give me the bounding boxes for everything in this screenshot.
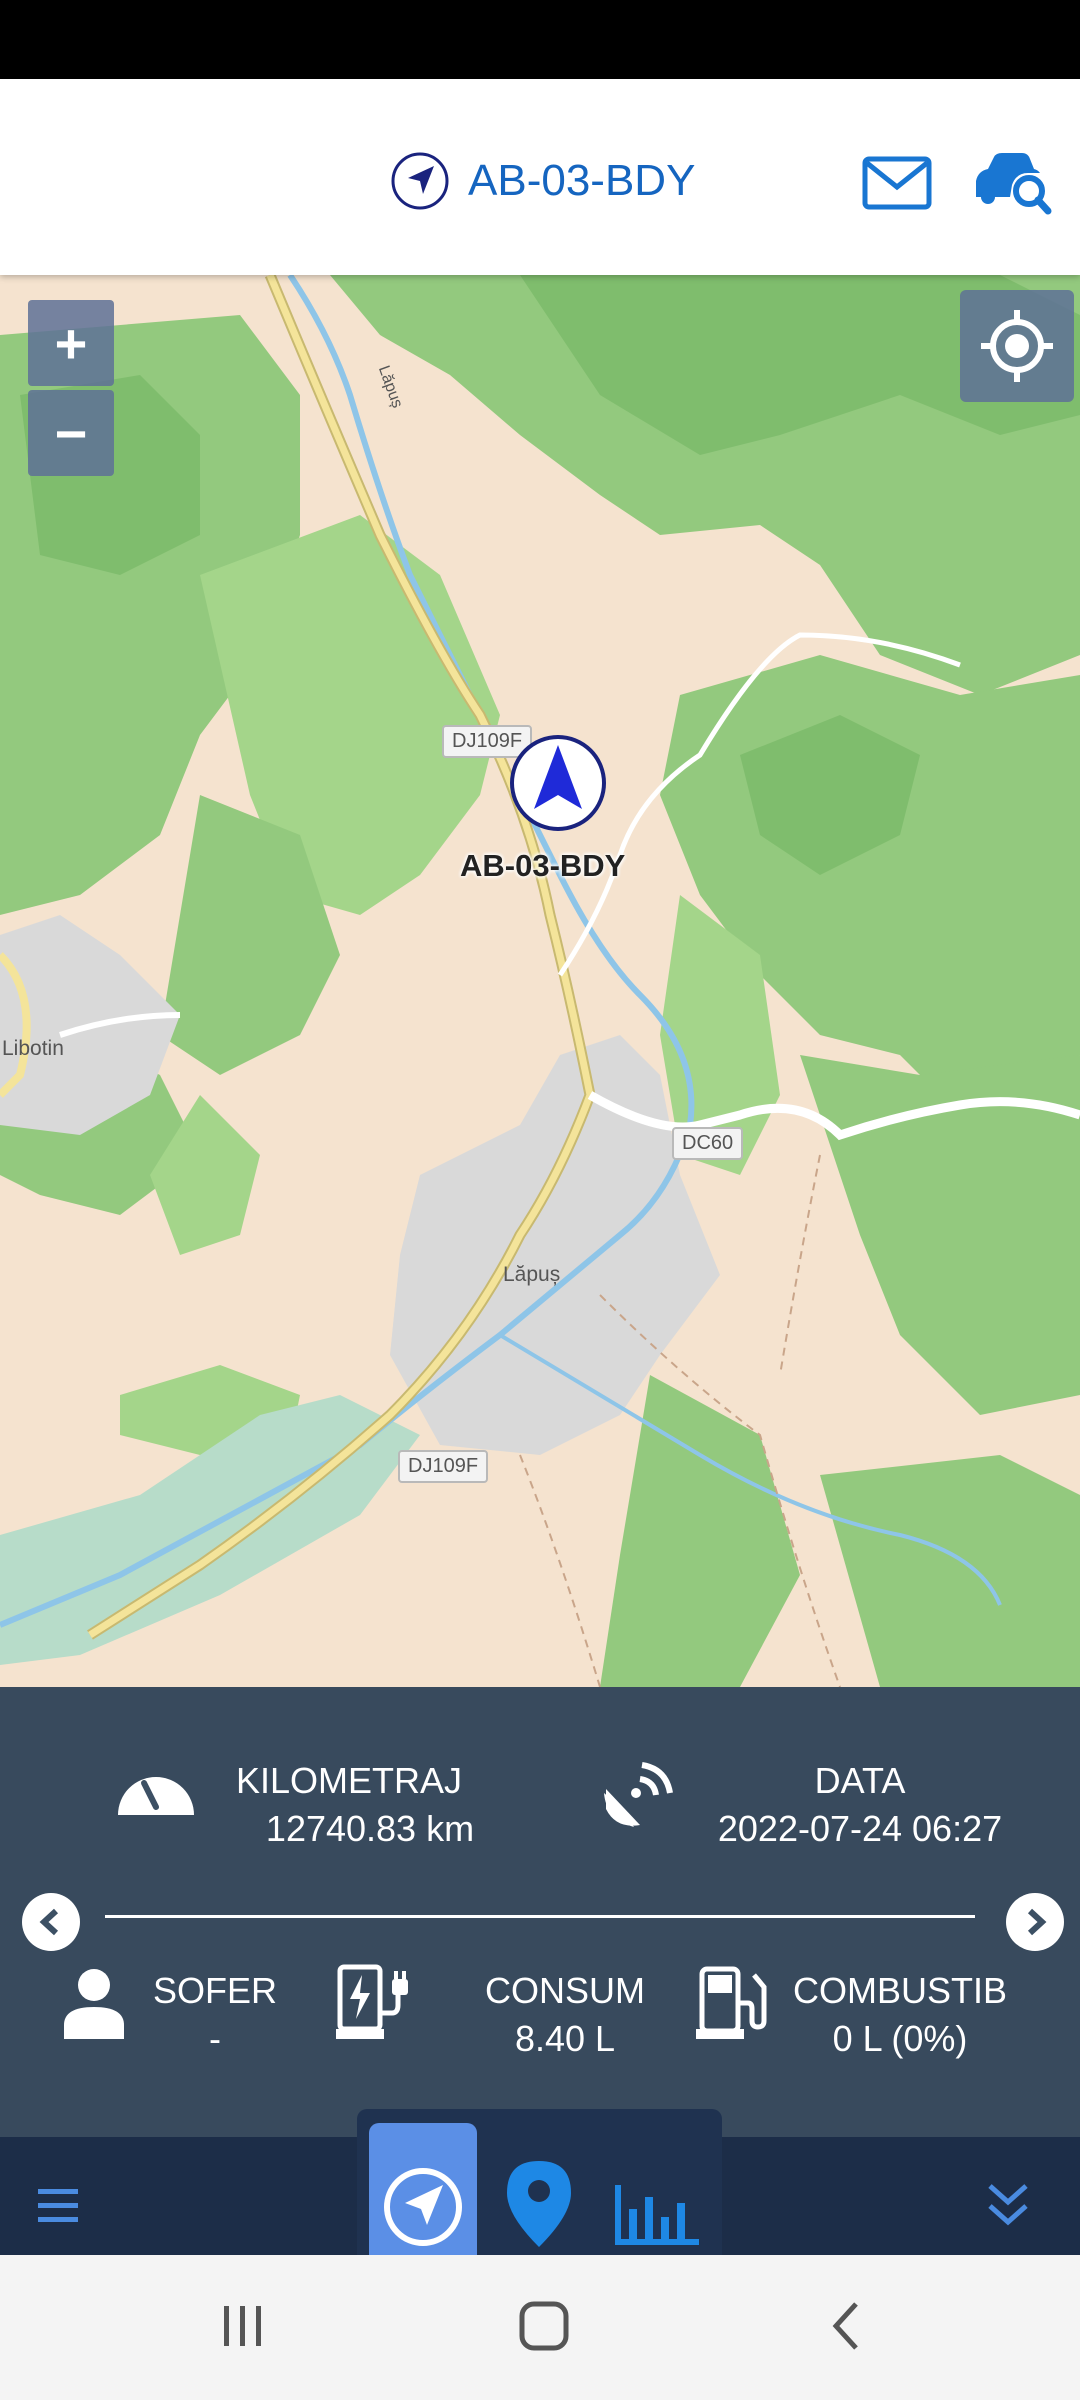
map-pin-icon bbox=[507, 2161, 571, 2247]
recent-apps-icon[interactable] bbox=[218, 2300, 268, 2350]
divider bbox=[105, 1915, 975, 1918]
locate-button[interactable] bbox=[960, 290, 1074, 402]
page-title: AB-03-BDY bbox=[468, 156, 696, 205]
data-cell: DATA 2022-07-24 06:27 bbox=[690, 1757, 1030, 1853]
vehicle-title[interactable]: AB-03-BDY bbox=[390, 149, 695, 213]
zoom-in-button[interactable]: + bbox=[28, 300, 114, 386]
vehicle-info-panel: KILOMETRAJ 12740.83 km DATA 2022-07-24 0… bbox=[0, 1687, 1080, 2137]
driver-icon bbox=[64, 1969, 124, 2039]
combustib-cell: COMBUSTIB 0 L (0%) bbox=[770, 1967, 1030, 2063]
road-shield: DC60 bbox=[672, 1127, 744, 1160]
crosshair-icon bbox=[981, 310, 1053, 382]
navigation-arrow-icon bbox=[384, 2168, 462, 2246]
kilometraj-cell: KILOMETRAJ 12740.83 km bbox=[220, 1757, 520, 1853]
combustib-label: COMBUSTIB bbox=[792, 1970, 1007, 2011]
car-search-icon[interactable] bbox=[972, 151, 1052, 215]
tab-location[interactable] bbox=[485, 2123, 593, 2255]
combustib-value: 0 L (0%) bbox=[832, 2018, 968, 2059]
bar-chart-icon bbox=[615, 2185, 699, 2245]
sofer-cell: SOFER - bbox=[140, 1967, 290, 2063]
fuel-pump-icon bbox=[696, 1966, 767, 2039]
zoom-control: + − bbox=[28, 300, 118, 482]
tab-navigation[interactable] bbox=[369, 2123, 477, 2255]
kilometraj-label: KILOMETRAJ bbox=[236, 1760, 463, 1801]
system-nav-bar bbox=[0, 2255, 1080, 2400]
ev-charger-icon bbox=[336, 1964, 408, 2039]
kilometraj-value: 12740.83 km bbox=[265, 1808, 475, 1849]
chevron-left-icon bbox=[39, 1908, 59, 1936]
vehicle-marker-icon[interactable] bbox=[508, 733, 608, 833]
place-label: Libotin bbox=[2, 1037, 64, 1060]
consum-value: 8.40 L bbox=[514, 2018, 616, 2059]
map-tiles bbox=[0, 275, 1080, 1687]
satellite-signal-icon bbox=[604, 1762, 673, 1827]
menu-icon[interactable] bbox=[36, 2185, 84, 2229]
navigation-arrow-icon bbox=[391, 152, 449, 210]
home-icon[interactable] bbox=[518, 2300, 570, 2352]
mail-icon[interactable] bbox=[862, 155, 932, 211]
place-label: Lăpuș bbox=[503, 1263, 561, 1286]
tab-reports[interactable] bbox=[601, 2123, 709, 2255]
sofer-value: - bbox=[209, 2018, 221, 2059]
status-bar bbox=[0, 0, 1080, 79]
zoom-out-button[interactable]: − bbox=[28, 390, 114, 476]
chevron-double-down-icon[interactable] bbox=[986, 2180, 1030, 2230]
map-view[interactable]: Lăpuș Libotin Lăpuș DJ109F DC60 DJ109F A… bbox=[0, 275, 1080, 1687]
back-icon[interactable] bbox=[826, 2300, 866, 2352]
speedometer-icon bbox=[118, 1777, 194, 1815]
vehicle-map-label: AB-03-BDY bbox=[460, 848, 626, 883]
data-label: DATA bbox=[814, 1760, 906, 1801]
tab-group bbox=[357, 2109, 722, 2255]
road-shield: DJ109F bbox=[398, 1450, 489, 1483]
data-value: 2022-07-24 06:27 bbox=[717, 1808, 1003, 1849]
consum-label: CONSUM bbox=[485, 1970, 645, 2011]
sofer-label: SOFER bbox=[152, 1970, 277, 2011]
consum-cell: CONSUM 8.40 L bbox=[460, 1967, 670, 2063]
next-button[interactable] bbox=[1006, 1893, 1064, 1951]
prev-button[interactable] bbox=[22, 1893, 80, 1951]
app-header: AB-03-BDY bbox=[0, 79, 1080, 275]
chevron-right-icon bbox=[1027, 1908, 1047, 1936]
